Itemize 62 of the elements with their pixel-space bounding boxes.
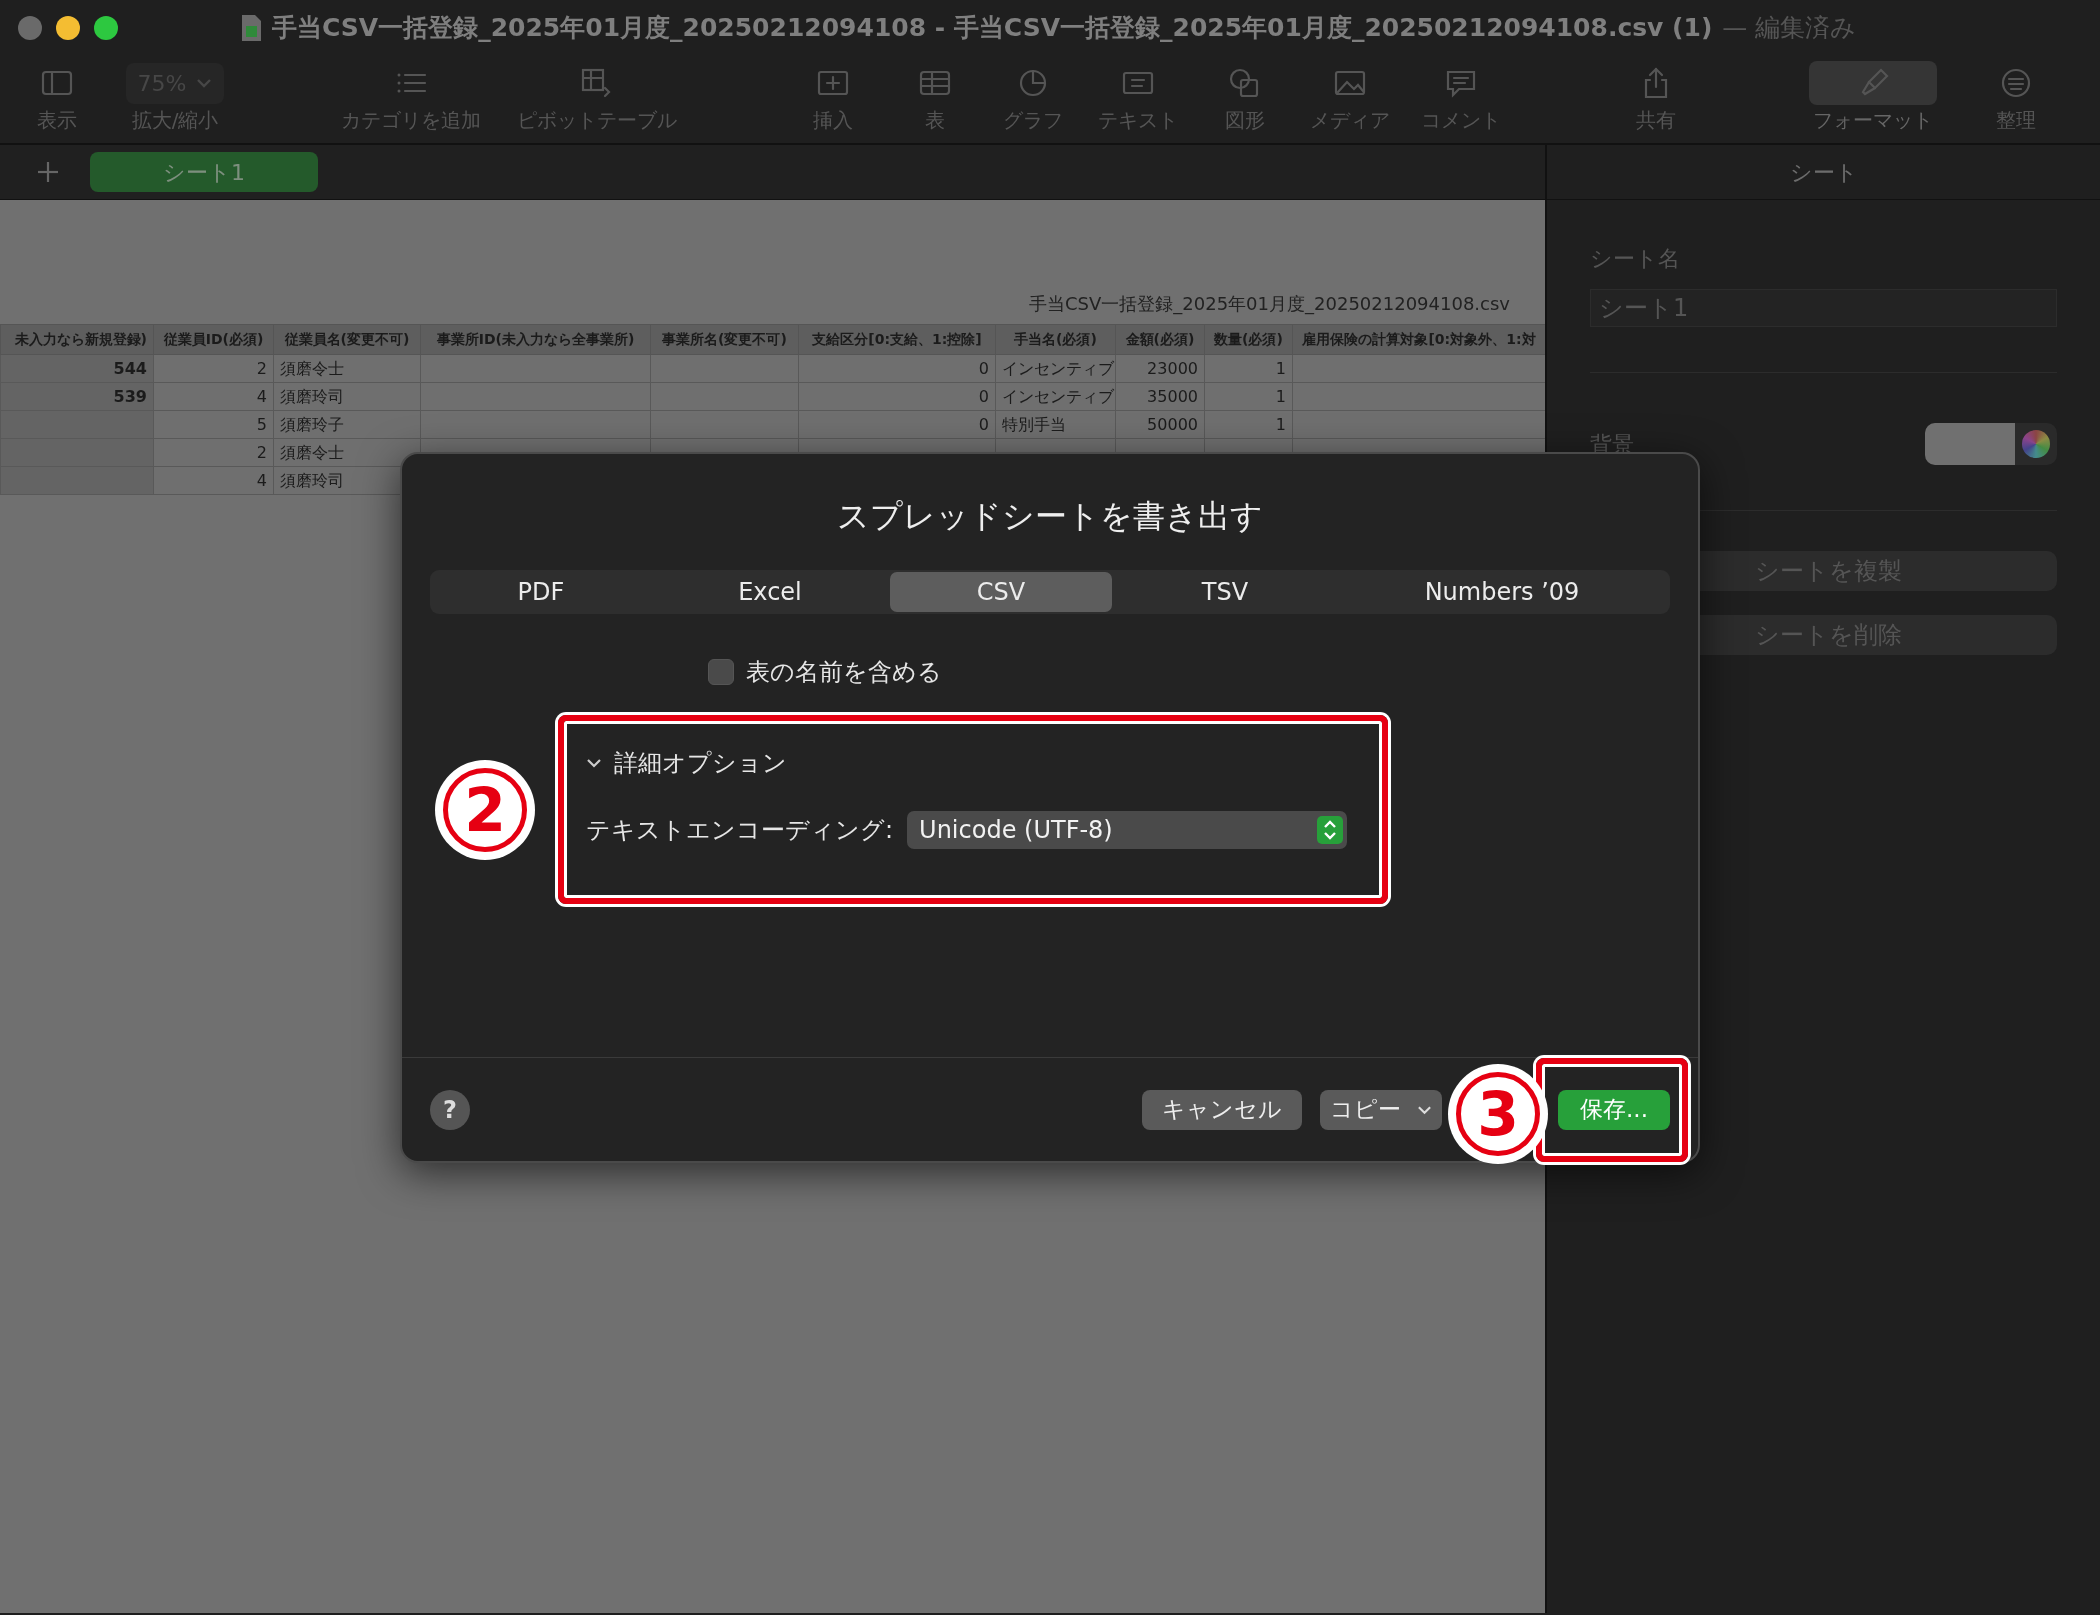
table-title: 手当CSV一括登録_2025年01月度_20250212094108.csv <box>1028 292 1511 317</box>
disclosure-toggle[interactable]: 詳細オプション <box>586 745 787 781</box>
table-cell: 4 <box>153 466 274 495</box>
save-button[interactable]: 保存... <box>1558 1089 1670 1130</box>
export-menu-button[interactable]: コピー <box>1320 1089 1443 1130</box>
panel-title: シート <box>1547 145 2100 200</box>
column-header: 事業所ID(未入力なら全事業所) <box>420 324 651 355</box>
checkbox[interactable] <box>708 659 734 685</box>
table-cell: 1 <box>1204 354 1293 383</box>
table-cell: インセンティブ <box>995 382 1116 411</box>
chevron-down-icon <box>1417 1104 1433 1115</box>
table-cell: 須磨令士 <box>273 354 421 383</box>
table-cell: 4 <box>153 382 274 411</box>
window-title: 手当CSV一括登録_2025年01月度_20250212094108 - 手当CSV一括登録_2025年01月度_20250212094108.csv (1) <box>272 11 1713 44</box>
column-header: 従業員名(変更不可) <box>273 324 421 355</box>
column-header: 未入力なら新規登録) <box>0 324 154 355</box>
table-cell: 1 <box>1204 382 1293 411</box>
table-cell: 特別手当 <box>995 410 1116 439</box>
table-cell: 0 <box>798 382 996 411</box>
color-well[interactable] <box>1925 423 2057 465</box>
format-tab[interactable]: TSV <box>1112 572 1338 612</box>
column-header: 事業所名(変更不可) <box>650 324 799 355</box>
encoding-select[interactable]: Unicode (UTF-8) <box>907 811 1348 849</box>
table-cell: 2 <box>153 438 274 467</box>
format-tab[interactable]: PDF <box>432 572 650 612</box>
toolbar-button[interactable]: フォーマット <box>1803 55 1943 143</box>
column-header: 金額(必須) <box>1115 324 1205 355</box>
table-cell: 5 <box>153 410 274 439</box>
column-header: 従業員ID(必須) <box>153 324 274 355</box>
column-header: 雇用保険の計算対象[0:対象外、1:対 <box>1292 324 1545 355</box>
column-header: 支給区分[0:支給、1:控除] <box>798 324 996 355</box>
step-number: 2 <box>443 768 527 852</box>
sheet-tab[interactable]: シート1 <box>90 152 318 192</box>
help-button[interactable]: ? <box>430 1089 470 1130</box>
chevron-down-icon <box>196 78 213 88</box>
table-cell: 539 <box>0 382 154 411</box>
field-label: テキストエンコーディング: <box>586 815 894 846</box>
table-cell: インセンティブ <box>995 354 1116 383</box>
table-cell: 23000 <box>1115 354 1205 383</box>
dialog-title: スプレッドシートを書き出す <box>836 496 1264 537</box>
format-tab[interactable]: CSV <box>890 572 1112 612</box>
column-header: 手当名(必須) <box>995 324 1116 355</box>
table-cell: 0 <box>798 410 996 439</box>
close-button[interactable] <box>18 15 42 40</box>
table-cell: 35000 <box>1115 382 1205 411</box>
table-cell: 須磨玲子 <box>273 410 421 439</box>
step-number: 3 <box>1456 1072 1540 1156</box>
add-icon <box>36 160 60 184</box>
minimize-button[interactable] <box>56 15 80 40</box>
table-cell: 0 <box>798 354 996 383</box>
table-cell: 50000 <box>1115 410 1205 439</box>
stepper-icon <box>1317 816 1344 844</box>
checkbox-label: 表の名前を含める <box>746 657 942 688</box>
table-cell: 544 <box>0 354 154 383</box>
format-tab[interactable]: Excel <box>650 572 890 612</box>
zoom-button[interactable] <box>94 15 118 40</box>
document-icon <box>240 13 262 42</box>
table-cell: 2 <box>153 354 274 383</box>
table-cell: 須磨玲司 <box>273 382 421 411</box>
column-header: 数量(必須) <box>1204 324 1293 355</box>
table-cell: 1 <box>1204 410 1293 439</box>
cancel-button[interactable]: キャンセル <box>1142 1089 1303 1130</box>
